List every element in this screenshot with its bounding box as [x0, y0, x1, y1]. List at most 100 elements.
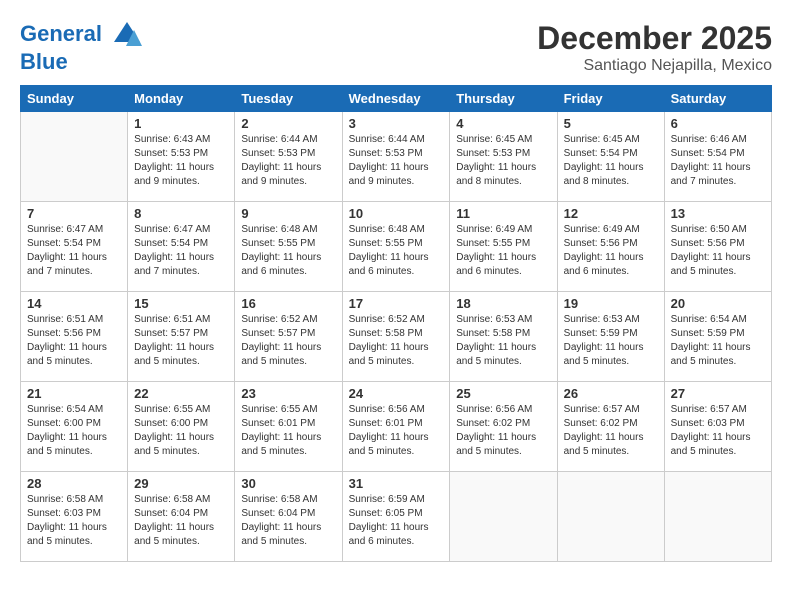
calendar-week-row: 28 Sunrise: 6:58 AMSunset: 6:03 PMDayligh…	[21, 472, 772, 562]
day-info: Sunrise: 6:48 AMSunset: 5:55 PMDaylight:…	[349, 223, 444, 279]
day-info: Sunrise: 6:45 AMSunset: 5:54 PMDaylight:…	[564, 133, 658, 189]
day-info: Sunrise: 6:47 AMSunset: 5:54 PMDaylight:…	[27, 223, 121, 279]
weekday-header-cell: Wednesday	[342, 86, 450, 112]
calendar-day-cell: 4 Sunrise: 6:45 AMSunset: 5:53 PMDaylight…	[450, 112, 557, 202]
day-info: Sunrise: 6:55 AMSunset: 6:00 PMDaylight:…	[134, 403, 228, 459]
day-number: 29	[134, 476, 228, 491]
day-info: Sunrise: 6:45 AMSunset: 5:53 PMDaylight:…	[456, 133, 550, 189]
day-number: 11	[456, 206, 550, 221]
calendar-body: 1 Sunrise: 6:43 AMSunset: 5:53 PMDaylight…	[21, 112, 772, 562]
day-number: 30	[241, 476, 335, 491]
day-number: 10	[349, 206, 444, 221]
calendar-day-cell: 29 Sunrise: 6:58 AMSunset: 6:04 PMDayligh…	[128, 472, 235, 562]
calendar-week-row: 14Sunrise: 6:51 AMSunset: 5:56 PMDayligh…	[21, 292, 772, 382]
day-info: Sunrise: 6:57 AMSunset: 6:02 PMDaylight:…	[564, 403, 658, 459]
location: Santiago Nejapilla, Mexico	[537, 57, 772, 75]
day-info: Sunrise: 6:58 AMSunset: 6:03 PMDaylight:…	[27, 493, 121, 549]
day-info: Sunrise: 6:57 AMSunset: 6:03 PMDaylight:…	[671, 403, 765, 459]
calendar-week-row: 1 Sunrise: 6:43 AMSunset: 5:53 PMDaylight…	[21, 112, 772, 202]
day-number: 22	[134, 386, 228, 401]
day-number: 4	[456, 116, 550, 131]
calendar-day-cell: 2Sunrise: 6:44 AMSunset: 5:53 PMDaylight…	[235, 112, 342, 202]
day-number: 23	[241, 386, 335, 401]
day-number: 28	[27, 476, 121, 491]
calendar-day-cell: 11Sunrise: 6:49 AMSunset: 5:55 PMDayligh…	[450, 202, 557, 292]
calendar-day-cell: 6 Sunrise: 6:46 AMSunset: 5:54 PMDaylight…	[664, 112, 771, 202]
weekday-header-cell: Monday	[128, 86, 235, 112]
calendar-day-cell: 24 Sunrise: 6:56 AMSunset: 6:01 PMDayligh…	[342, 382, 450, 472]
day-number: 8	[134, 206, 228, 221]
day-number: 2	[241, 116, 335, 131]
calendar-day-cell: 16Sunrise: 6:52 AMSunset: 5:57 PMDayligh…	[235, 292, 342, 382]
day-info: Sunrise: 6:47 AMSunset: 5:54 PMDaylight:…	[134, 223, 228, 279]
day-number: 27	[671, 386, 765, 401]
calendar-day-cell: 21 Sunrise: 6:54 AMSunset: 6:00 PMDayligh…	[21, 382, 128, 472]
day-info: Sunrise: 6:46 AMSunset: 5:54 PMDaylight:…	[671, 133, 765, 189]
day-number: 21	[27, 386, 121, 401]
day-number: 18	[456, 296, 550, 311]
day-info: Sunrise: 6:53 AMSunset: 5:58 PMDaylight:…	[456, 313, 550, 369]
calendar-day-cell: 19Sunrise: 6:53 AMSunset: 5:59 PMDayligh…	[557, 292, 664, 382]
day-number: 31	[349, 476, 444, 491]
weekday-header-cell: Sunday	[21, 86, 128, 112]
day-info: Sunrise: 6:55 AMSunset: 6:01 PMDaylight:…	[241, 403, 335, 459]
calendar-day-cell: 14Sunrise: 6:51 AMSunset: 5:56 PMDayligh…	[21, 292, 128, 382]
day-info: Sunrise: 6:52 AMSunset: 5:57 PMDaylight:…	[241, 313, 335, 369]
day-number: 6	[671, 116, 765, 131]
calendar-day-cell: 27 Sunrise: 6:57 AMSunset: 6:03 PMDayligh…	[664, 382, 771, 472]
day-number: 19	[564, 296, 658, 311]
day-info: Sunrise: 6:59 AMSunset: 6:05 PMDaylight:…	[349, 493, 444, 549]
calendar-day-cell: 22 Sunrise: 6:55 AMSunset: 6:00 PMDayligh…	[128, 382, 235, 472]
calendar-day-cell: 10 Sunrise: 6:48 AMSunset: 5:55 PMDayligh…	[342, 202, 450, 292]
day-number: 5	[564, 116, 658, 131]
calendar-day-cell: 18 Sunrise: 6:53 AMSunset: 5:58 PMDayligh…	[450, 292, 557, 382]
day-number: 25	[456, 386, 550, 401]
day-number: 26	[564, 386, 658, 401]
weekday-header-cell: Thursday	[450, 86, 557, 112]
calendar-day-cell: 20Sunrise: 6:54 AMSunset: 5:59 PMDayligh…	[664, 292, 771, 382]
calendar-day-cell: 13Sunrise: 6:50 AMSunset: 5:56 PMDayligh…	[664, 202, 771, 292]
day-info: Sunrise: 6:56 AMSunset: 6:01 PMDaylight:…	[349, 403, 444, 459]
day-number: 24	[349, 386, 444, 401]
calendar-day-cell	[450, 472, 557, 562]
calendar-day-cell: 5 Sunrise: 6:45 AMSunset: 5:54 PMDaylight…	[557, 112, 664, 202]
day-number: 9	[241, 206, 335, 221]
day-info: Sunrise: 6:58 AMSunset: 6:04 PMDaylight:…	[241, 493, 335, 549]
calendar-day-cell: 26 Sunrise: 6:57 AMSunset: 6:02 PMDayligh…	[557, 382, 664, 472]
day-number: 1	[134, 116, 228, 131]
day-number: 20	[671, 296, 765, 311]
calendar-day-cell: 28 Sunrise: 6:58 AMSunset: 6:03 PMDayligh…	[21, 472, 128, 562]
day-info: Sunrise: 6:54 AMSunset: 6:00 PMDaylight:…	[27, 403, 121, 459]
weekday-header-cell: Tuesday	[235, 86, 342, 112]
day-number: 15	[134, 296, 228, 311]
day-number: 13	[671, 206, 765, 221]
calendar-day-cell: 12 Sunrise: 6:49 AMSunset: 5:56 PMDayligh…	[557, 202, 664, 292]
day-number: 7	[27, 206, 121, 221]
day-info: Sunrise: 6:48 AMSunset: 5:55 PMDaylight:…	[241, 223, 335, 279]
calendar-day-cell: 8 Sunrise: 6:47 AMSunset: 5:54 PMDaylight…	[128, 202, 235, 292]
calendar-week-row: 21 Sunrise: 6:54 AMSunset: 6:00 PMDayligh…	[21, 382, 772, 472]
calendar-week-row: 7 Sunrise: 6:47 AMSunset: 5:54 PMDaylight…	[21, 202, 772, 292]
weekday-header-cell: Saturday	[664, 86, 771, 112]
day-number: 14	[27, 296, 121, 311]
calendar-day-cell: 30 Sunrise: 6:58 AMSunset: 6:04 PMDayligh…	[235, 472, 342, 562]
month-title: December 2025	[537, 20, 772, 57]
calendar-day-cell: 3 Sunrise: 6:44 AMSunset: 5:53 PMDaylight…	[342, 112, 450, 202]
weekday-header-row: SundayMondayTuesdayWednesdayThursdayFrid…	[21, 86, 772, 112]
day-info: Sunrise: 6:52 AMSunset: 5:58 PMDaylight:…	[349, 313, 444, 369]
calendar-day-cell: 9 Sunrise: 6:48 AMSunset: 5:55 PMDaylight…	[235, 202, 342, 292]
calendar-table: SundayMondayTuesdayWednesdayThursdayFrid…	[20, 85, 772, 562]
calendar-day-cell	[664, 472, 771, 562]
calendar-day-cell	[21, 112, 128, 202]
day-info: Sunrise: 6:58 AMSunset: 6:04 PMDaylight:…	[134, 493, 228, 549]
page-header: General Blue December 2025 Santiago Neja…	[20, 20, 772, 75]
day-number: 12	[564, 206, 658, 221]
day-info: Sunrise: 6:51 AMSunset: 5:57 PMDaylight:…	[134, 313, 228, 369]
day-info: Sunrise: 6:43 AMSunset: 5:53 PMDaylight:…	[134, 133, 228, 189]
title-area: December 2025 Santiago Nejapilla, Mexico	[537, 20, 772, 75]
day-info: Sunrise: 6:44 AMSunset: 5:53 PMDaylight:…	[349, 133, 444, 189]
calendar-day-cell: 17Sunrise: 6:52 AMSunset: 5:58 PMDayligh…	[342, 292, 450, 382]
day-number: 3	[349, 116, 444, 131]
day-info: Sunrise: 6:49 AMSunset: 5:56 PMDaylight:…	[564, 223, 658, 279]
calendar-day-cell	[557, 472, 664, 562]
